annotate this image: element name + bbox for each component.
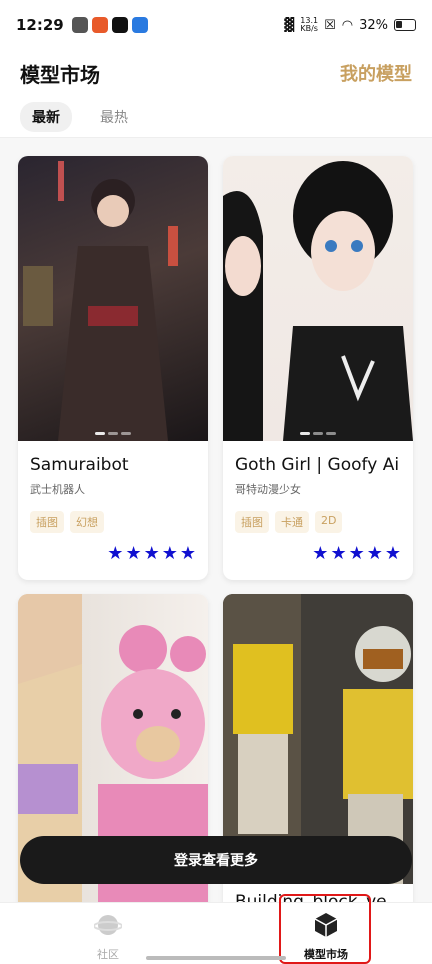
card-info: Samuraibot 武士机器人 插图 幻想 ★ ★ ★ ★ ★ (18, 441, 208, 580)
notification-icons (71, 17, 148, 33)
goth-girl-image (223, 161, 413, 441)
model-name: Samuraibot (30, 455, 129, 475)
battery-icon (394, 19, 416, 31)
star-icon: ★ (348, 543, 365, 564)
model-card[interactable]: Goth Girl | Goofy Ai 哥特动漫少女 插图 卡通 2D ★ ★ ★… (223, 156, 413, 580)
home-indicator[interactable] (146, 956, 286, 960)
notification-icon (71, 17, 88, 33)
star-icon: ★ (330, 543, 347, 564)
vibrate-icon: ▓ (284, 17, 295, 33)
weibo-icon (91, 17, 108, 33)
model-subtitle: 武士机器人 (30, 483, 85, 496)
rating-stars: ★ ★ ★ ★ ★ (235, 543, 401, 564)
net-speed-unit: KB/s (300, 24, 318, 33)
card-info: Goth Girl | Goofy Ai 哥特动漫少女 插图 卡通 2D ★ ★ ★… (223, 441, 413, 580)
tag-list: 插图 幻想 (30, 511, 196, 533)
status-time: 12:29 (16, 16, 64, 34)
tab-hottest[interactable]: 最热 (88, 102, 140, 132)
status-bar: 12:29 ▓ 13.1 KB/s ☒ ◠ 32% (0, 0, 432, 50)
model-subtitle: 哥特动漫少女 (235, 483, 301, 496)
model-thumbnail (18, 156, 208, 441)
model-name: Goth Girl | Goofy Ai (235, 455, 400, 475)
status-right: ▓ 13.1 KB/s ☒ ◠ 32% (284, 17, 416, 33)
page-title: 模型市场 (20, 62, 100, 87)
model-thumbnail (223, 156, 413, 441)
model-card[interactable]: Samuraibot 武士机器人 插图 幻想 ★ ★ ★ ★ ★ (18, 156, 208, 580)
tag-list: 插图 卡通 2D (235, 511, 401, 533)
nav-model-market[interactable]: 模型市场 (286, 911, 366, 962)
battery-text: 32% (359, 17, 388, 33)
tag: 2D (315, 511, 343, 533)
tag: 卡通 (275, 511, 309, 533)
nav-market-label: 模型市场 (304, 948, 348, 961)
page-header: 模型市场 我的模型 (0, 50, 432, 96)
samurai-image (23, 161, 178, 441)
star-icon: ★ (384, 543, 401, 564)
star-icon: ★ (125, 543, 142, 564)
my-models-link[interactable]: 我的模型 (340, 60, 412, 86)
wifi-icon: ◠ (341, 17, 354, 33)
login-more-button[interactable]: 登录查看更多 (20, 836, 412, 884)
nav-community[interactable]: 社区 (68, 911, 148, 962)
carousel-dots (95, 432, 131, 435)
rating-stars: ★ ★ ★ ★ ★ (30, 543, 196, 564)
tiktok-icon (111, 17, 128, 33)
star-icon: ★ (366, 543, 383, 564)
bottom-nav: 社区 模型市场 (0, 902, 432, 964)
tag: 幻想 (70, 511, 104, 533)
sort-tabs: 最新 最热 (0, 96, 432, 138)
sim-icon: ☒ (324, 17, 336, 33)
star-icon: ★ (179, 543, 196, 564)
star-icon: ★ (161, 543, 178, 564)
nav-community-label: 社区 (97, 948, 119, 961)
planet-icon (93, 915, 123, 935)
net-speed: 13.1 KB/s (300, 17, 318, 33)
star-icon: ★ (312, 543, 329, 564)
star-icon: ★ (143, 543, 160, 564)
star-icon: ★ (107, 543, 124, 564)
tag: 插图 (235, 511, 269, 533)
cube-icon (314, 913, 338, 937)
tab-latest[interactable]: 最新 (20, 101, 72, 132)
app-icon (131, 17, 148, 33)
carousel-dots (300, 432, 336, 435)
screen: 12:29 ▓ 13.1 KB/s ☒ ◠ 32% 模型市场 我的模型 最新 最热 (0, 0, 432, 964)
tag: 插图 (30, 511, 64, 533)
